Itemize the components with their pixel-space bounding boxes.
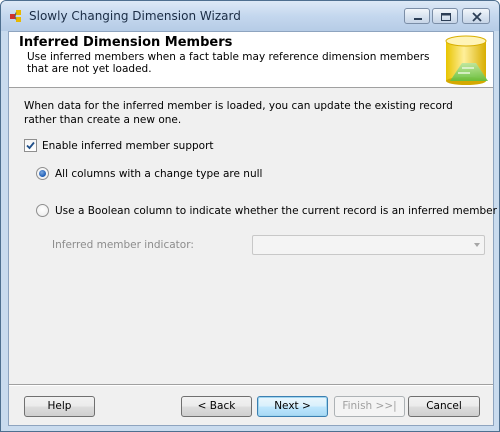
- radio-boolean-column[interactable]: [36, 204, 49, 217]
- title-bar[interactable]: Slowly Changing Dimension Wizard: [1, 1, 499, 31]
- database-cylinder-icon: [445, 35, 488, 85]
- next-button[interactable]: Next >: [257, 396, 328, 417]
- back-button[interactable]: < Back: [181, 396, 252, 417]
- wizard-window: Slowly Changing Dimension Wizard Inferre…: [0, 0, 500, 432]
- minimize-button[interactable]: [404, 8, 430, 24]
- minimize-icon: [414, 18, 422, 20]
- enable-inferred-label: Enable inferred member support: [42, 139, 214, 152]
- radio-null-columns[interactable]: [36, 167, 49, 180]
- indicator-dropdown[interactable]: [252, 235, 485, 255]
- wizard-page: Inferred Dimension Members Use inferred …: [8, 31, 497, 426]
- window-title: Slowly Changing Dimension Wizard: [29, 9, 241, 23]
- maximize-button[interactable]: [432, 8, 458, 24]
- ssis-wizard-icon: [10, 10, 21, 22]
- cancel-button[interactable]: Cancel: [408, 396, 480, 417]
- option-null-columns-label: All columns with a change type are null: [55, 167, 263, 180]
- option-boolean-column-label: Use a Boolean column to indicate whether…: [55, 204, 497, 217]
- page-title: Inferred Dimension Members: [19, 35, 233, 50]
- option-boolean-column[interactable]: Use a Boolean column to indicate whether…: [36, 204, 497, 217]
- close-icon: [472, 12, 482, 22]
- help-button[interactable]: Help: [24, 396, 95, 417]
- close-button[interactable]: [462, 8, 490, 24]
- enable-inferred-checkbox[interactable]: [24, 139, 37, 152]
- finish-button[interactable]: Finish >>|: [334, 396, 405, 417]
- indicator-label: Inferred member indicator:: [52, 239, 194, 251]
- maximize-icon: [441, 13, 451, 21]
- intro-text: When data for the inferred member is loa…: [24, 100, 453, 126]
- page-header: Inferred Dimension Members Use inferred …: [9, 32, 493, 88]
- page-description: Use inferred members when a fact table m…: [27, 51, 430, 75]
- enable-inferred-checkbox-row[interactable]: Enable inferred member support: [24, 139, 214, 152]
- checkmark-icon: [26, 141, 35, 150]
- footer-divider: [9, 384, 493, 386]
- dropdown-arrow-icon: [474, 243, 480, 247]
- option-null-columns[interactable]: All columns with a change type are null: [36, 167, 262, 180]
